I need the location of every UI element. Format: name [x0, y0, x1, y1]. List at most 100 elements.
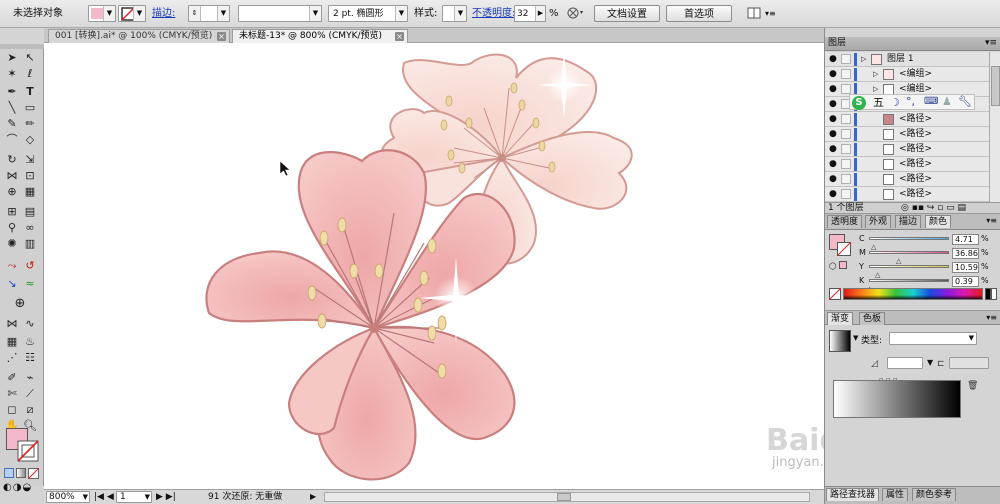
eyedropper-icon[interactable]: ✐ — [4, 370, 20, 386]
layers-scrollbar[interactable] — [989, 52, 1000, 202]
bottom-panel-tab-1[interactable]: 属性 — [882, 488, 909, 501]
status-menu-icon[interactable]: ▶ — [310, 491, 316, 503]
slice-tool-icon[interactable]: ↺ — [22, 258, 38, 274]
stroke-color-swatch[interactable]: ▼ — [118, 5, 146, 22]
pen-tool-icon[interactable]: ✒ — [4, 84, 20, 100]
direct-selection-tool-icon[interactable]: ↖ — [22, 50, 38, 66]
color-panel-tab-2[interactable]: 描边 — [895, 215, 922, 228]
slider-handle-icon[interactable]: △ — [896, 257, 901, 265]
eye-icon[interactable]: ● — [829, 157, 839, 172]
recolor-artwork-icon[interactable] — [566, 5, 586, 22]
crosshair-tool-icon[interactable]: ⊕ — [12, 296, 28, 312]
artboard-nav-next[interactable]: ▶ ▶| — [156, 491, 176, 503]
color-mode-icon[interactable] — [4, 468, 14, 478]
lock-toggle[interactable] — [841, 69, 851, 79]
lock-toggle[interactable] — [841, 189, 851, 199]
selection-tool-icon[interactable]: ➤ — [4, 50, 20, 66]
ime-mode[interactable]: 五 — [873, 96, 884, 110]
line-tool-icon[interactable]: ╲ — [4, 100, 20, 116]
eyedropper-tool-icon[interactable]: ⚲ — [4, 220, 20, 236]
eye-icon[interactable]: ● — [829, 142, 839, 157]
scissors-tool-icon[interactable]: ✄ — [4, 386, 20, 402]
twirl-tool-icon[interactable]: ∿ — [22, 316, 38, 332]
skin-icon[interactable]: ♟ — [942, 95, 952, 108]
sublayer-row[interactable]: ● <路径> — [825, 127, 989, 142]
opacity-field[interactable]: 32 ▶ — [514, 5, 546, 22]
expand-triangle-icon[interactable]: ▷ — [873, 67, 878, 82]
scale-tool-icon[interactable]: ⇲ — [22, 152, 38, 168]
slider-handle-icon[interactable]: △ — [871, 243, 876, 251]
draw-mode-icons[interactable]: ◐◑◒ — [3, 482, 41, 494]
keyboard-icon[interactable]: ⌨ — [924, 96, 938, 107]
eye-icon[interactable]: ● — [829, 97, 839, 112]
opacity-label[interactable]: 不透明度: — [472, 5, 515, 22]
type-tool-icon[interactable]: T — [22, 84, 38, 100]
lock-toggle[interactable] — [841, 159, 851, 169]
chevron-down-icon[interactable]: ▼ — [853, 334, 858, 342]
last-color-swatch[interactable] — [839, 261, 847, 269]
none-color-icon[interactable] — [828, 287, 842, 301]
eye-icon[interactable]: ● — [829, 52, 839, 67]
layers-footer-icons[interactable]: ◎ ▪▪ ↪ ▫ ▭ ▤ — [901, 203, 966, 214]
scrollbar-thumb[interactable] — [557, 493, 571, 501]
pencil-tool-icon[interactable]: ✏ — [22, 116, 38, 132]
symbol-sprayer-tool-icon[interactable]: ✺ — [4, 236, 20, 252]
channel-slider[interactable]: △ — [867, 279, 949, 293]
close-icon[interactable]: × — [395, 32, 404, 41]
channel-value-field[interactable]: 36.86 — [952, 248, 979, 259]
eye-icon[interactable]: ● — [829, 112, 839, 127]
channel-slider[interactable]: △ — [869, 265, 949, 279]
sublayer-row[interactable]: ● ▷ <编组> — [825, 67, 989, 82]
preferences-button[interactable]: 首选项 — [666, 5, 732, 22]
chevron-right-icon[interactable]: ▶ — [535, 6, 545, 21]
color-panel-stroke-swatch[interactable] — [837, 242, 851, 256]
none-mode-icon[interactable] — [28, 468, 39, 479]
live-paint-selection-tool-icon[interactable]: ☷ — [22, 350, 38, 366]
zoom-field[interactable]: 800% ▼ — [46, 491, 90, 503]
gradient-slider-preview[interactable] — [833, 380, 961, 418]
channel-value-field[interactable]: 0.39 — [952, 276, 979, 287]
gradient-preview-swatch[interactable] — [829, 330, 851, 352]
gradient-panel-tab-1[interactable]: 色板 — [859, 312, 886, 325]
sublayer-row[interactable]: ● <路径> — [825, 187, 989, 202]
tab-document-1[interactable]: 001 [转换].ai* @ 100% (CMYK/预览) × — [48, 29, 230, 43]
blend-tool-icon[interactable]: ∞ — [22, 220, 38, 236]
panel-menu-icon[interactable]: ▾≡ — [985, 37, 997, 50]
artboard-tool-icon[interactable]: ⤳ — [4, 258, 20, 274]
gradient-tool-icon[interactable]: ▤ — [22, 204, 38, 220]
eye-icon[interactable]: ● — [829, 127, 839, 142]
spinner-icon[interactable]: ⇕ — [189, 6, 201, 21]
artboard-number-field[interactable]: 1 ▼ — [116, 491, 152, 503]
stroke-swatch[interactable] — [17, 440, 39, 462]
graph-tool-icon[interactable]: ▦ — [4, 334, 20, 350]
horizontal-scrollbar[interactable] — [324, 492, 810, 502]
scrollbar-thumb[interactable] — [991, 66, 1000, 106]
blob-brush-tool-icon[interactable]: ⌒ — [4, 132, 20, 148]
wrench-icon[interactable]: 🔧︎ — [958, 95, 972, 108]
doc-setup-button[interactable]: 文档设置 — [594, 5, 660, 22]
bottom-panel-tab-0[interactable]: 路径查找器 — [826, 488, 880, 501]
fill-color-swatch[interactable]: ▼ — [88, 5, 116, 22]
measure-tool-icon[interactable]: ⌁ — [22, 370, 38, 386]
artboard-tool-2-icon[interactable]: ◻ — [4, 402, 20, 418]
magic-wand-tool-icon[interactable]: ✶ — [4, 66, 20, 82]
eye-icon[interactable]: ● — [829, 82, 839, 97]
layer-row[interactable]: ● ▷ 图层 1 — [825, 52, 989, 67]
gradient-aspect-field[interactable] — [949, 357, 989, 369]
mesh-tool-icon[interactable]: ⊞ — [4, 204, 20, 220]
lock-toggle[interactable] — [841, 84, 851, 94]
gradient-panel-tab-0[interactable]: 渐变 — [827, 312, 854, 325]
gradient-mode-icon[interactable] — [16, 468, 26, 478]
moon-icon[interactable]: ☽ — [890, 96, 900, 109]
sublayer-row[interactable]: ● <路径> — [825, 157, 989, 172]
lock-toggle[interactable] — [841, 174, 851, 184]
slider-handle-icon[interactable]: △ — [875, 271, 880, 279]
lasso-tool-icon[interactable]: ℓ — [22, 66, 38, 82]
cube-icon[interactable]: ⬡ — [829, 262, 837, 272]
color-panel-tab-1[interactable]: 外观 — [865, 215, 892, 228]
gradient-type-select[interactable]: ▼ — [889, 332, 977, 345]
color-panel-tab-0[interactable]: 透明度 — [827, 215, 863, 228]
eye-icon[interactable]: ● — [829, 67, 839, 82]
bottom-panel-tab-2[interactable]: 颜色参考 — [912, 488, 957, 501]
symbol-shifter-tool-icon[interactable]: ♨ — [22, 334, 38, 350]
